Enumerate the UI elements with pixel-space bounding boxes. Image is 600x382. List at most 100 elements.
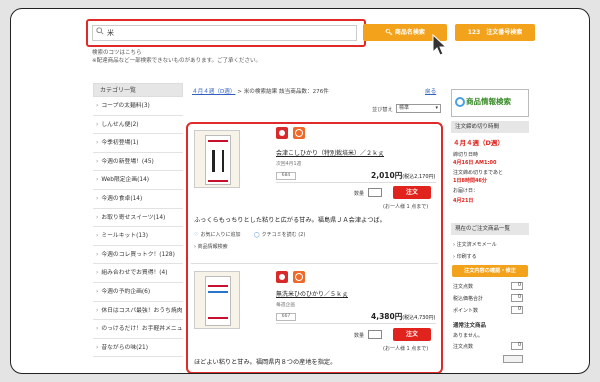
order-button[interactable]: 注文	[393, 186, 431, 199]
sidebar-item-label: ミールキット(13)	[101, 233, 149, 240]
sidebar-item-label: コープの太麺料(3)	[101, 103, 150, 109]
product-image[interactable]	[194, 271, 240, 329]
chevron-right-icon: ›	[96, 288, 99, 295]
search-tips: 検索のコツはこちら ※配達商品など一部検索できないものがあります。ご了承ください…	[92, 49, 261, 65]
delivery-label: お届け日：	[453, 188, 479, 194]
sidebar-item-label: 今季初登場(1)	[101, 140, 139, 147]
apple-badge-icon	[276, 271, 288, 283]
sidebar-item[interactable]: › Web限定企画(14)	[93, 171, 183, 190]
sidebar-item[interactable]: › お取り寄せスイーツ(14)	[93, 209, 183, 228]
read-reviews-link[interactable]: ◯ クチコミを読む (2)	[254, 231, 305, 238]
purchase-limit: (お一人様 1 点まで)	[383, 346, 429, 352]
chevron-right-icon: ›	[96, 158, 99, 165]
order-number-search-button[interactable]: 123 注文番号検索	[455, 24, 535, 41]
sidebar-item-label: 今週の予約企画(6)	[101, 288, 151, 295]
sidebar-item-label: 今週のコレ買っトク！(128)	[101, 251, 175, 258]
sidebar-item[interactable]: ›のっけるだけ！お手軽丼メニュー(12)	[93, 320, 183, 339]
quantity-input[interactable]	[368, 330, 382, 339]
sidebar-item-label: 昔ながらの味(21)	[101, 344, 149, 351]
product-info-search-link[interactable]: › 商品情報検索	[194, 243, 228, 250]
chevron-right-icon: ›	[96, 214, 99, 221]
sidebar-item[interactable]: › ミールキット(13)	[93, 227, 183, 246]
add-favorite-link[interactable]: ♡ お気に入りに追加	[194, 231, 241, 238]
sort-select[interactable]: 標準	[396, 104, 441, 113]
print-link[interactable]: › 印刷する	[453, 253, 477, 260]
mini-button[interactable]	[503, 355, 523, 363]
heart-icon: ♡	[194, 232, 199, 238]
mouse-cursor-icon	[432, 34, 447, 56]
sidebar-item-label: 休日はコスパ最強！おうち焼肉(14)	[101, 307, 183, 314]
search-icon: 🔍︎	[385, 29, 393, 36]
coop-badge-icon	[293, 127, 305, 139]
order-count-value: 0	[511, 282, 523, 290]
quantity-label: 数量	[354, 191, 365, 197]
order-list-header: 現在のご注文商品一覧	[451, 223, 529, 235]
confirm-order-button[interactable]: 注文内容の確認・修正	[452, 265, 528, 277]
divider	[191, 263, 438, 264]
product-code: 684	[276, 172, 296, 180]
sidebar-item[interactable]: › コープの太麺料(3)	[93, 97, 183, 116]
product-title-link[interactable]: 無洗米ひのひかり／５ｋｇ	[276, 289, 348, 298]
chevron-right-icon: ›	[96, 121, 99, 128]
breadcrumb: ４月４週（D週） > 米の検索結果 該当商品数：276件	[192, 89, 329, 95]
chevron-right-icon: ›	[96, 270, 99, 277]
product-info-search-banner[interactable]: 商品情報検索	[451, 89, 529, 117]
breadcrumb-week-link[interactable]: ４月４週（D週）	[192, 89, 235, 95]
sidebar-item-label: 組み合わせでお買得！(4)	[101, 270, 168, 277]
divider	[276, 182, 436, 183]
product-description: ふっくらもっちりとした粘りと広がる甘み。福島県ＪＡ会津よつば。	[194, 217, 386, 224]
delivery-value: 4月21日	[453, 198, 474, 204]
chevron-right-icon: ›	[96, 140, 99, 147]
sidebar-item-label: お取り寄せスイーツ(14)	[101, 214, 166, 221]
normal-order-empty: ありません。	[453, 333, 483, 339]
product-schedule: 毎週企画	[276, 303, 296, 308]
sidebar-item[interactable]: ›休日はコスパ最強！おうち焼肉(14)	[93, 302, 183, 321]
chevron-right-icon: ›	[96, 177, 99, 184]
sidebar-item[interactable]: › 昔ながらの味(21)	[93, 339, 183, 358]
search-note: ※配達商品など一部検索できないものがあります。ご了承ください。	[92, 58, 262, 64]
chevron-right-icon: ›	[96, 195, 99, 202]
order-button[interactable]: 注文	[393, 328, 431, 341]
sidebar-item-label: Web限定企画(14)	[101, 177, 150, 184]
sidebar-item[interactable]: › しんせん便(2)	[93, 116, 183, 135]
product-description: ほどよい粘りと甘み。福岡県内８つの産地を指定。	[194, 359, 337, 366]
sidebar-item-label: 今週の新登場！(45)	[101, 158, 154, 165]
purchase-limit: (お一人様 1 点まで)	[383, 204, 429, 210]
total-value: 0	[511, 294, 523, 302]
magnifier-icon	[455, 97, 465, 107]
remaining-value: 1日8時間46分	[453, 178, 487, 184]
sidebar-item[interactable]: › 今週の食卓(14)	[93, 190, 183, 209]
sidebar-header: カテゴリ一覧	[93, 83, 183, 97]
chevron-right-icon: ›	[96, 307, 99, 314]
total-label: 税込価格合計	[453, 296, 484, 302]
sidebar-item[interactable]: › 今週の新登場！(45)	[93, 153, 183, 172]
points-label: ポイント数	[453, 308, 479, 314]
sort-label: 並び替え	[372, 107, 393, 113]
memo-mail-link[interactable]: › 注文済メモメール	[453, 241, 497, 248]
sidebar-item[interactable]: › 今週のコレ買っトク！(128)	[93, 246, 183, 265]
search-input[interactable]: 米	[92, 25, 357, 41]
points-value: 0	[511, 306, 523, 314]
sidebar-item[interactable]: › 今季初登場(1)	[93, 134, 183, 153]
product-image[interactable]	[194, 130, 240, 188]
back-link[interactable]: 戻る	[425, 87, 436, 95]
chevron-right-icon: ›	[96, 251, 99, 258]
deadline-value: 4月16日 AM1:00	[453, 160, 497, 166]
sidebar-item-label: 今週の食卓(14)	[101, 195, 143, 202]
current-week: ４月４週（D週）	[453, 139, 504, 147]
sidebar-item[interactable]: › 組み合わせでお買得！(4)	[93, 264, 183, 283]
product-title-link[interactable]: 会津こしひかり（特別栽培米）／２ｋｇ	[276, 148, 384, 157]
quantity-input[interactable]	[368, 188, 382, 197]
category-sidebar: カテゴリ一覧 › コープの太麺料(3) › しんせん便(2) › 今季初登場(1) › 今週の…	[93, 83, 183, 358]
search-tips-link[interactable]: 検索のコツはこちら	[92, 49, 261, 57]
search-icon	[96, 27, 104, 35]
sidebar-item-label: しんせん便(2)	[101, 121, 139, 128]
product-code: 667	[276, 313, 296, 321]
chevron-right-icon: ›	[96, 233, 99, 240]
sidebar-item-label: のっけるだけ！お手軽丼メニュー(12)	[101, 326, 183, 333]
order-count-label: 注文点数	[453, 284, 474, 290]
sidebar-item[interactable]: › 今週の予約企画(6)	[93, 283, 183, 302]
browser-frame: 米 🔍︎ 商品名検索 123 注文番号検索 検索のコツはこちら ※配達商品など一…	[10, 8, 590, 374]
speech-bubble-icon: ◯	[254, 232, 260, 238]
chevron-right-icon: ›	[96, 344, 99, 351]
